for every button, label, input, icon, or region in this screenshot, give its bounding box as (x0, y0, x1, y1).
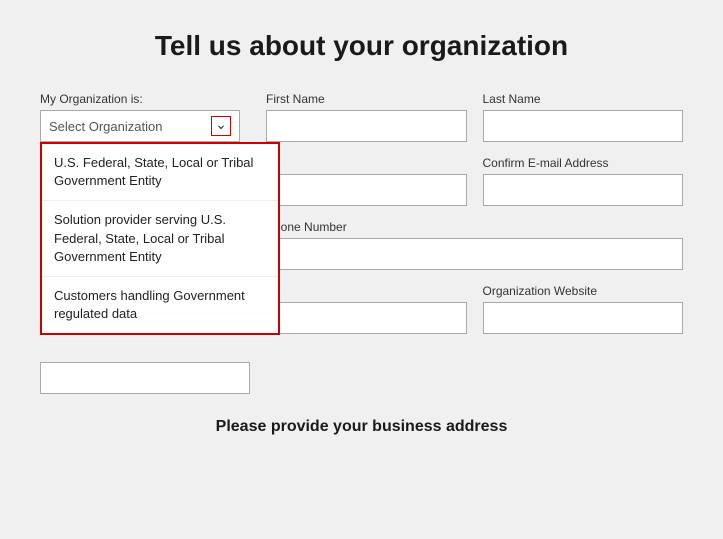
org-website-input[interactable] (483, 302, 684, 334)
last-name-group: Last Name (483, 92, 684, 142)
org-select-label: My Organization is: (40, 92, 240, 106)
phone-input[interactable] (266, 238, 683, 270)
page-container: Tell us about your organization My Organ… (0, 0, 723, 539)
chevron-down-icon (211, 116, 231, 136)
confirm-email-group: Confirm E-mail Address (483, 156, 684, 206)
dropdown-item-government[interactable]: U.S. Federal, State, Local or Tribal Gov… (42, 144, 278, 201)
left-column: My Organization is: Select Organization … (40, 92, 250, 394)
address-left-input[interactable] (40, 362, 250, 394)
org-select-placeholder: Select Organization (49, 119, 162, 134)
last-name-input[interactable] (483, 110, 684, 142)
last-name-label: Last Name (483, 92, 684, 106)
email-group: Email (266, 156, 467, 206)
blank-group: blank (266, 284, 467, 334)
first-name-input[interactable] (266, 110, 467, 142)
dropdown-item-solution-provider[interactable]: Solution provider serving U.S. Federal, … (42, 201, 278, 277)
blank-input[interactable] (266, 302, 467, 334)
first-name-label: First Name (266, 92, 467, 106)
org-select-wrapper: My Organization is: Select Organization … (40, 92, 240, 142)
org-select-box[interactable]: Select Organization (40, 110, 240, 142)
page-title: Tell us about your organization (155, 30, 568, 62)
dropdown-item-customers[interactable]: Customers handling Government regulated … (42, 277, 278, 333)
right-column: First Name Last Name Email Confirm E-mai… (266, 92, 683, 334)
phone-group: Phone Number (266, 220, 683, 270)
bottom-label: Please provide your business address (40, 418, 683, 436)
first-name-group: First Name (266, 92, 467, 142)
confirm-email-input[interactable] (483, 174, 684, 206)
phone-row: Phone Number (266, 220, 683, 270)
email-row: Email Confirm E-mail Address (266, 156, 683, 206)
name-row: First Name Last Name (266, 92, 683, 142)
confirm-email-label: Confirm E-mail Address (483, 156, 684, 170)
org-website-label: Organization Website (483, 284, 684, 298)
website-row: blank Organization Website (266, 284, 683, 334)
phone-label: Phone Number (266, 220, 683, 234)
org-dropdown-list: U.S. Federal, State, Local or Tribal Gov… (40, 142, 280, 335)
email-input[interactable] (266, 174, 467, 206)
main-form: My Organization is: Select Organization … (40, 92, 683, 394)
org-website-group: Organization Website (483, 284, 684, 334)
